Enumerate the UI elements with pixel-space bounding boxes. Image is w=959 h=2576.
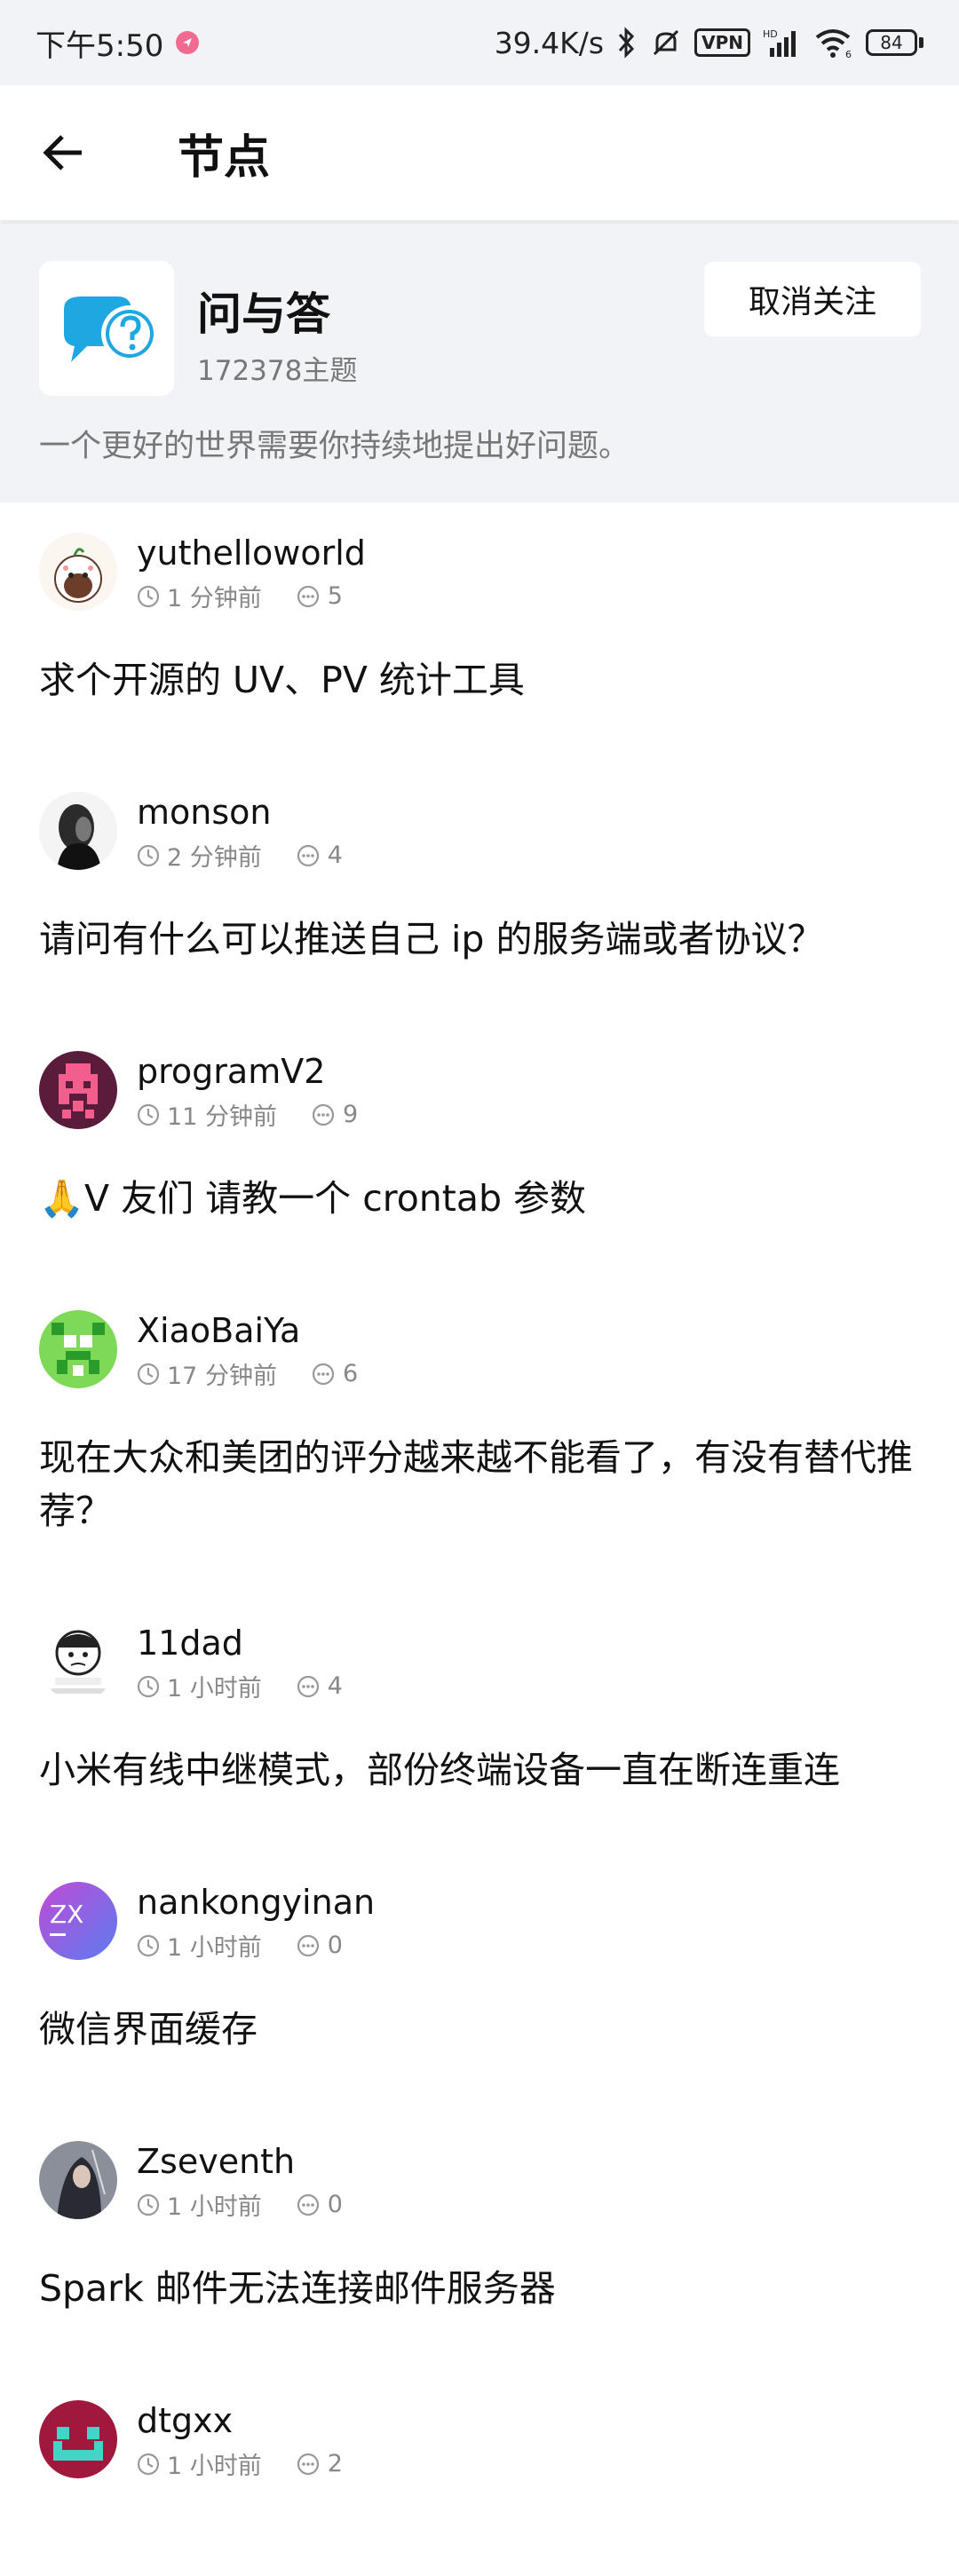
battery-icon: 84	[866, 29, 923, 56]
clock-icon	[137, 844, 160, 866]
topic-time: 1 小时前	[167, 1934, 262, 1962]
username[interactable]: Zseventh	[137, 2141, 295, 2182]
reply-count: 6	[342, 1360, 359, 1387]
topic-list: yuthelloworld 1 分钟前 5 求个开源的 UV、PV 统计工具 m…	[0, 502, 959, 2576]
clock-icon	[137, 1363, 160, 1385]
topic-title[interactable]: Spark 邮件无法连接邮件服务器	[39, 2262, 920, 2370]
topic-item[interactable]: dtgxx 1 小时前 2	[0, 2370, 959, 2576]
svg-text:HD: HD	[763, 28, 778, 40]
topic-title[interactable]	[39, 2521, 920, 2576]
clock-icon	[137, 1103, 160, 1126]
topic-item[interactable]: 11dad 1 小时前 4 小米有线中继模式，部份终端设备一直在断连重连	[0, 1592, 959, 1852]
topic-item[interactable]: ZX nankongyinan 1 小时前 0 微信界面缓存	[0, 1852, 959, 2111]
topic-title[interactable]: 请问有什么可以推送自己 ip 的服务端或者协议？	[39, 913, 920, 1021]
avatar[interactable]	[39, 533, 117, 611]
svg-text:6: 6	[845, 49, 852, 59]
comment-icon	[297, 1675, 319, 1697]
topic-item[interactable]: monson 2 分钟前 4 请问有什么可以推送自己 ip 的服务端或者协议？	[0, 762, 959, 1021]
reply-count: 0	[327, 1932, 343, 1959]
topic-title[interactable]: 微信界面缓存	[39, 2003, 920, 2111]
node-description: 一个更好的世界需要你持续地提出好问题。	[39, 429, 630, 464]
topic-title[interactable]: 🙏V 友们 请教一个 crontab 参数	[39, 1172, 920, 1280]
topic-title[interactable]: 求个开源的 UV、PV 统计工具	[39, 653, 920, 762]
status-bar: 下午5:50 39.4K/s VPN HD 6 84	[0, 0, 959, 85]
wifi-icon: 6	[814, 27, 853, 59]
reply-count: 5	[327, 582, 343, 610]
avatar[interactable]	[39, 1623, 117, 1701]
topic-time: 11 分钟前	[167, 1103, 277, 1131]
comment-icon	[312, 1363, 335, 1385]
status-time: 下午5:50	[36, 28, 164, 64]
node-header: 问与答 172378主题 取消关注 一个更好的世界需要你持续地提出好问题。	[0, 222, 959, 502]
comment-icon	[297, 1934, 319, 1956]
mute-icon	[650, 27, 682, 59]
topic-count: 172378主题	[197, 355, 358, 387]
topic-time: 1 分钟前	[167, 585, 262, 612]
app-bar: 节点	[0, 85, 959, 220]
comment-icon	[297, 2453, 319, 2475]
signal-icon: HD	[763, 27, 802, 59]
topic-time: 1 小时前	[167, 2453, 262, 2480]
comment-icon	[297, 844, 319, 866]
avatar[interactable]: ZX	[39, 1882, 117, 1960]
back-button[interactable]	[32, 121, 96, 185]
unfollow-button[interactable]: 取消关注	[704, 262, 921, 336]
username[interactable]: XiaoBaiYa	[137, 1310, 300, 1351]
topic-time: 1 小时前	[167, 1675, 262, 1703]
topic-time: 1 小时前	[167, 2193, 262, 2221]
reply-count: 9	[342, 1101, 359, 1128]
clock-icon	[137, 2193, 160, 2216]
username[interactable]: nankongyinan	[137, 1882, 375, 1923]
notification-app-icon	[176, 31, 200, 54]
avatar[interactable]	[39, 1310, 117, 1388]
reply-count: 4	[327, 842, 343, 869]
topic-item[interactable]: XiaoBaiYa 17 分钟前 6 现在大众和美团的评分越来越不能看了，有没有…	[0, 1280, 959, 1592]
svg-text:ZX: ZX	[50, 1900, 83, 1929]
clock-icon	[137, 1934, 160, 1956]
topic-item[interactable]: programV2 11 分钟前 9 🙏V 友们 请教一个 crontab 参数	[0, 1021, 959, 1280]
net-speed: 39.4K/s	[494, 25, 605, 60]
node-name: 问与答	[197, 288, 330, 340]
battery-level: 84	[866, 29, 917, 56]
bluetooth-icon	[616, 27, 638, 59]
clock-icon	[137, 2453, 160, 2475]
topic-title[interactable]: 现在大众和美团的评分越来越不能看了，有没有替代推荐？	[39, 1431, 920, 1592]
username[interactable]: yuthelloworld	[137, 533, 366, 573]
topic-time: 2 分钟前	[167, 844, 262, 872]
avatar[interactable]	[39, 2141, 117, 2219]
username[interactable]: 11dad	[137, 1623, 243, 1663]
username[interactable]: monson	[137, 792, 271, 833]
username[interactable]: dtgxx	[137, 2400, 233, 2441]
reply-count: 2	[327, 2450, 343, 2477]
topic-time: 17 分钟前	[167, 1363, 277, 1390]
username[interactable]: programV2	[137, 1051, 325, 1092]
topic-item[interactable]: Zseventh 1 小时前 0 Spark 邮件无法连接邮件服务器	[0, 2111, 959, 2370]
avatar[interactable]	[39, 1051, 117, 1129]
vpn-icon: VPN	[694, 28, 750, 57]
comment-icon	[312, 1103, 335, 1126]
reply-count: 4	[327, 1672, 343, 1700]
reply-count: 0	[327, 2191, 343, 2218]
comment-icon	[297, 585, 319, 607]
avatar[interactable]	[39, 792, 117, 870]
clock-icon	[137, 585, 160, 607]
avatar[interactable]	[39, 2400, 117, 2478]
question-bubble-icon	[39, 261, 174, 396]
comment-icon	[297, 2193, 319, 2216]
page-title: 节点	[178, 130, 271, 185]
clock-icon	[137, 1675, 160, 1697]
topic-item[interactable]: yuthelloworld 1 分钟前 5 求个开源的 UV、PV 统计工具	[0, 502, 959, 762]
topic-title[interactable]: 小米有线中继模式，部份终端设备一直在断连重连	[39, 1743, 920, 1852]
arrow-left-icon	[43, 135, 82, 170]
